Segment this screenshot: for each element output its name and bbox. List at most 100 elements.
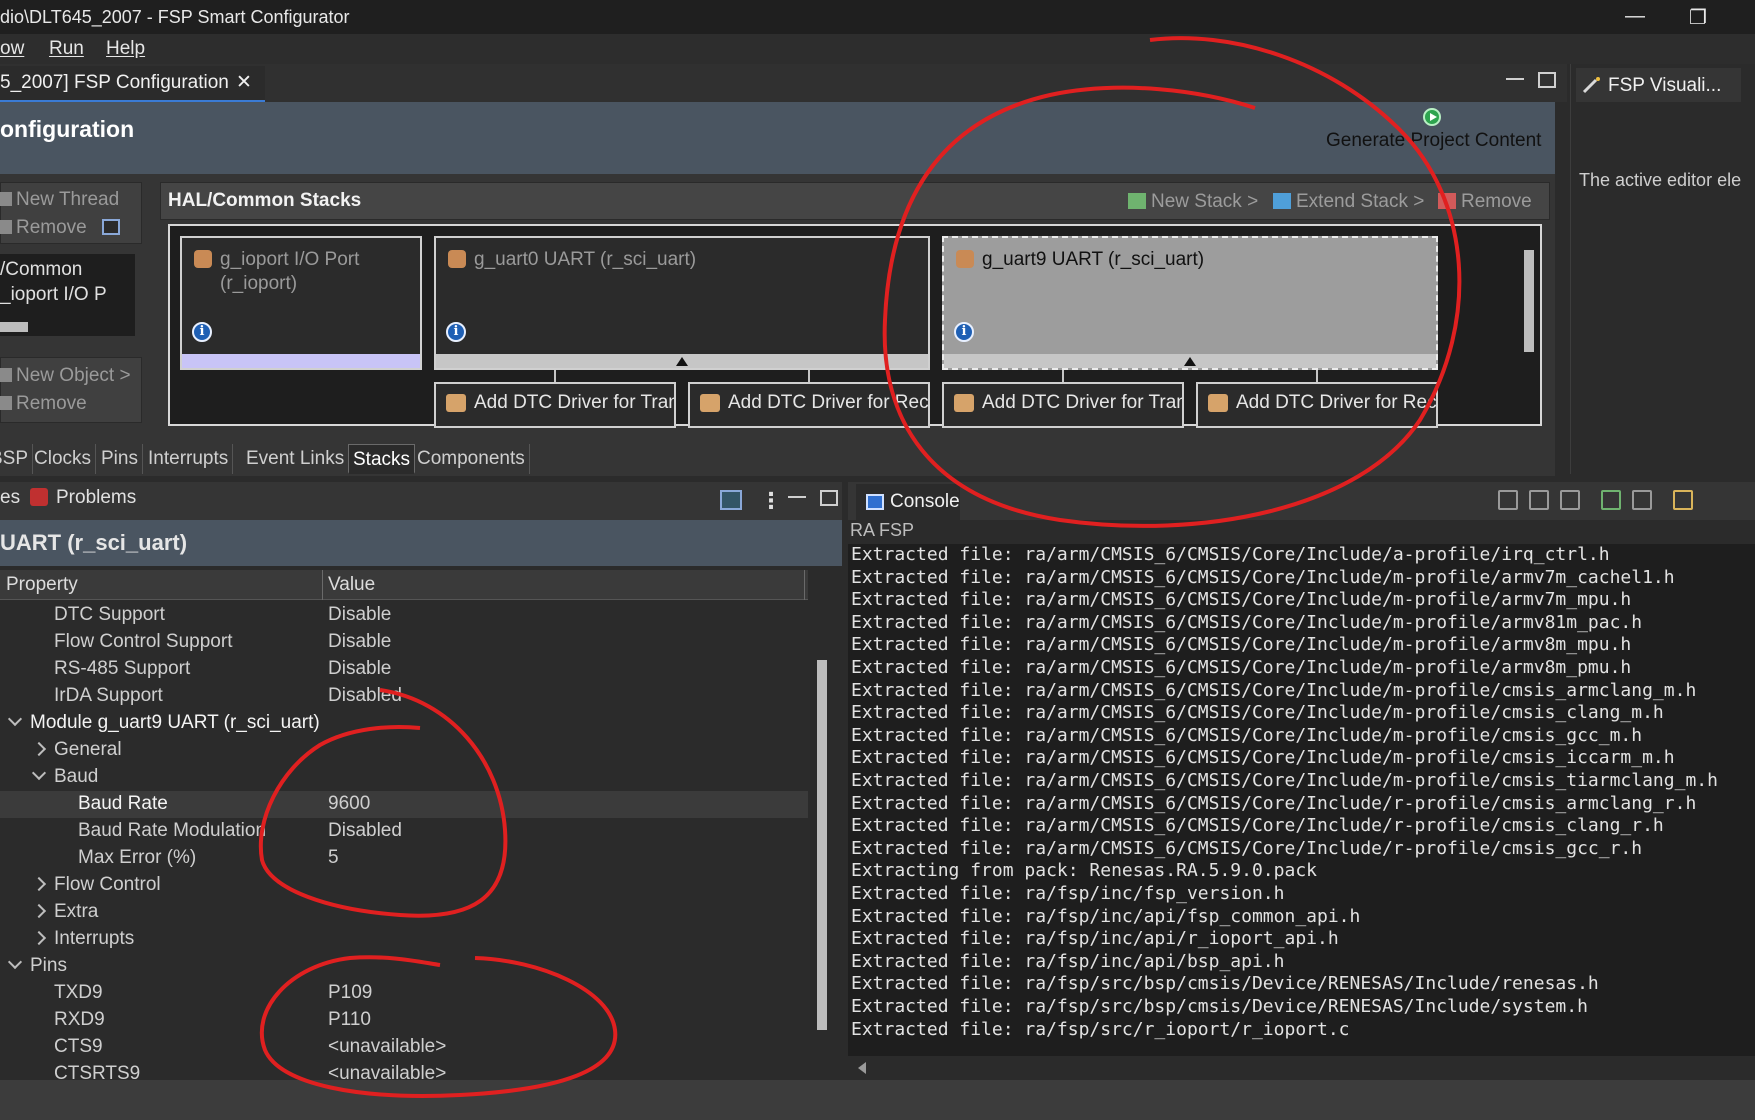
property-row[interactable]: CTS9 <unavailable> (0, 1034, 808, 1061)
open-console-icon[interactable] (1673, 490, 1693, 510)
new-object-button[interactable]: New Object > (0, 365, 131, 387)
tab-fsp-visualization[interactable]: FSP Visuali... (1576, 68, 1741, 102)
tab-console[interactable]: Console (856, 484, 960, 520)
sub-module-dtc-tx-uart9[interactable]: Add DTC Driver for Transmission (942, 382, 1184, 428)
property-row[interactable]: Extra (0, 899, 808, 926)
remove-icon (0, 396, 12, 410)
tab-event-links[interactable]: Event Links (242, 444, 350, 474)
sub-module-dtc-rx-uart9[interactable]: Add DTC Driver for Reception [Not (1196, 382, 1438, 428)
property-row[interactable]: Baud Rate Modulation Disabled (0, 818, 808, 845)
scroll-left-icon[interactable] (858, 1062, 866, 1074)
property-row[interactable]: TXD9 P109 (0, 980, 808, 1007)
info-icon[interactable]: i (192, 322, 212, 342)
chevron-down-icon[interactable] (7, 954, 23, 970)
maximize-view-icon[interactable] (820, 490, 838, 506)
module-g-uart9[interactable]: g_uart9 UART (r_sci_uart) i (942, 236, 1438, 370)
generate-project-content-button[interactable]: Generate Project Content (1326, 130, 1541, 152)
property-row[interactable]: IrDA Support Disabled (0, 683, 808, 710)
property-row[interactable]: DTC Support Disable (0, 602, 808, 629)
sub-module-dtc-rx[interactable]: Add DTC Driver for Reception [Not (688, 382, 930, 428)
property-row[interactable]: General (0, 737, 808, 764)
word-wrap-icon[interactable] (1560, 490, 1580, 510)
menu-window[interactable]: ow (0, 38, 24, 60)
threads-pane: New Thread Remove /Common _ioport I/O P … (0, 182, 142, 423)
thread-list-scrollbar[interactable] (0, 322, 28, 332)
chevron-right-icon[interactable] (31, 741, 47, 757)
remove-thread-button[interactable]: Remove (0, 217, 87, 239)
chevron-down-icon[interactable] (7, 711, 23, 727)
maximize-view-icon[interactable] (1538, 72, 1556, 88)
property-row[interactable]: Flow Control Support Disable (0, 629, 808, 656)
remove-object-button[interactable]: Remove (0, 393, 87, 415)
property-row[interactable]: RS-485 Support Disable (0, 656, 808, 683)
new-stack-button[interactable]: New Stack > (1128, 191, 1258, 213)
property-value[interactable]: Disabled (328, 685, 402, 707)
module-g-ioport[interactable]: g_ioport I/O Port (r_ioport) i (180, 236, 422, 370)
chevron-right-icon[interactable] (31, 930, 47, 946)
tab-problems[interactable]: Problems (30, 487, 136, 509)
close-icon[interactable]: ✕ (236, 71, 252, 94)
property-value[interactable]: Disable (328, 604, 391, 626)
thread-item-ioport[interactable]: _ioport I/O P (0, 284, 107, 306)
collapse-all-icon[interactable] (102, 219, 120, 235)
property-value[interactable]: <unavailable> (328, 1063, 446, 1080)
view-menu-icon[interactable]: ⋮ (760, 488, 782, 514)
property-row[interactable]: Baud (0, 764, 808, 791)
expand-triangle-icon[interactable] (1184, 357, 1196, 366)
minimize-view-icon[interactable] (1506, 72, 1524, 80)
tab-bsp[interactable]: BSP (0, 444, 34, 474)
minimize-button[interactable]: — (1620, 5, 1650, 29)
minimize-view-icon[interactable] (788, 490, 806, 498)
column-header-property[interactable]: Property (6, 574, 78, 596)
remove-stack-button[interactable]: Remove (1438, 191, 1532, 213)
info-icon[interactable]: i (954, 322, 974, 342)
fsp-visualization-panel: FSP Visuali... The active editor ele (1570, 64, 1755, 474)
module-g-uart0[interactable]: g_uart0 UART (r_sci_uart) i (434, 236, 930, 370)
menu-run[interactable]: Run (49, 38, 84, 60)
stacks-scrollbar[interactable] (1524, 250, 1534, 352)
display-console-icon[interactable] (1632, 490, 1652, 510)
console-horizontal-scrollbar[interactable] (848, 1056, 1755, 1080)
property-row[interactable]: Max Error (%) 5 (0, 845, 808, 872)
property-value[interactable]: 9600 (328, 793, 370, 815)
tab-stacks[interactable]: Stacks (348, 444, 416, 474)
property-row[interactable]: Flow Control (0, 872, 808, 899)
property-row[interactable]: Pins (0, 953, 808, 980)
expand-triangle-icon[interactable] (676, 357, 688, 366)
column-header-value[interactable]: Value (328, 574, 375, 596)
property-value[interactable]: P110 (328, 1009, 371, 1031)
tab-components[interactable]: Components (413, 444, 530, 474)
editor-tab-fsp-configuration[interactable]: 5_2007] FSP Configuration ✕ (0, 66, 265, 102)
property-value[interactable]: Disable (328, 631, 391, 653)
property-row[interactable]: Interrupts (0, 926, 808, 953)
property-row[interactable]: Module g_uart9 UART (r_sci_uart) (0, 710, 808, 737)
extend-stack-button[interactable]: Extend Stack > (1273, 191, 1424, 213)
property-value[interactable]: <unavailable> (328, 1036, 446, 1058)
property-row[interactable]: CTSRTS9 <unavailable> (0, 1061, 808, 1080)
sub-module-dtc-tx[interactable]: Add DTC Driver for Transmission (434, 382, 676, 428)
new-thread-button[interactable]: New Thread (0, 189, 119, 211)
generate-play-icon[interactable] (1423, 108, 1441, 126)
chevron-right-icon[interactable] (31, 903, 47, 919)
properties-scrollbar[interactable] (817, 660, 827, 1030)
clear-console-icon[interactable] (1498, 490, 1518, 510)
menu-help[interactable]: Help (106, 38, 145, 60)
scroll-lock-icon[interactable] (1529, 490, 1549, 510)
restore-button[interactable]: ❐ (1683, 5, 1713, 29)
chevron-down-icon[interactable] (31, 765, 47, 781)
tab-properties[interactable]: es (0, 487, 20, 509)
property-row[interactable]: Baud Rate 9600 (0, 791, 808, 818)
new-view-icon[interactable] (720, 490, 742, 510)
property-row[interactable]: RXD9 P110 (0, 1007, 808, 1034)
property-value[interactable]: Disabled (328, 820, 402, 842)
pin-console-icon[interactable] (1601, 490, 1621, 510)
chevron-right-icon[interactable] (31, 876, 47, 892)
property-value[interactable]: P109 (328, 982, 372, 1004)
property-value[interactable]: Disable (328, 658, 391, 680)
thread-item-common[interactable]: /Common (0, 259, 82, 281)
property-value[interactable]: 5 (328, 847, 339, 869)
tab-pins[interactable]: Pins (97, 444, 143, 474)
info-icon[interactable]: i (446, 322, 466, 342)
tab-clocks[interactable]: Clocks (30, 444, 97, 474)
tab-interrupts[interactable]: Interrupts (144, 444, 234, 474)
